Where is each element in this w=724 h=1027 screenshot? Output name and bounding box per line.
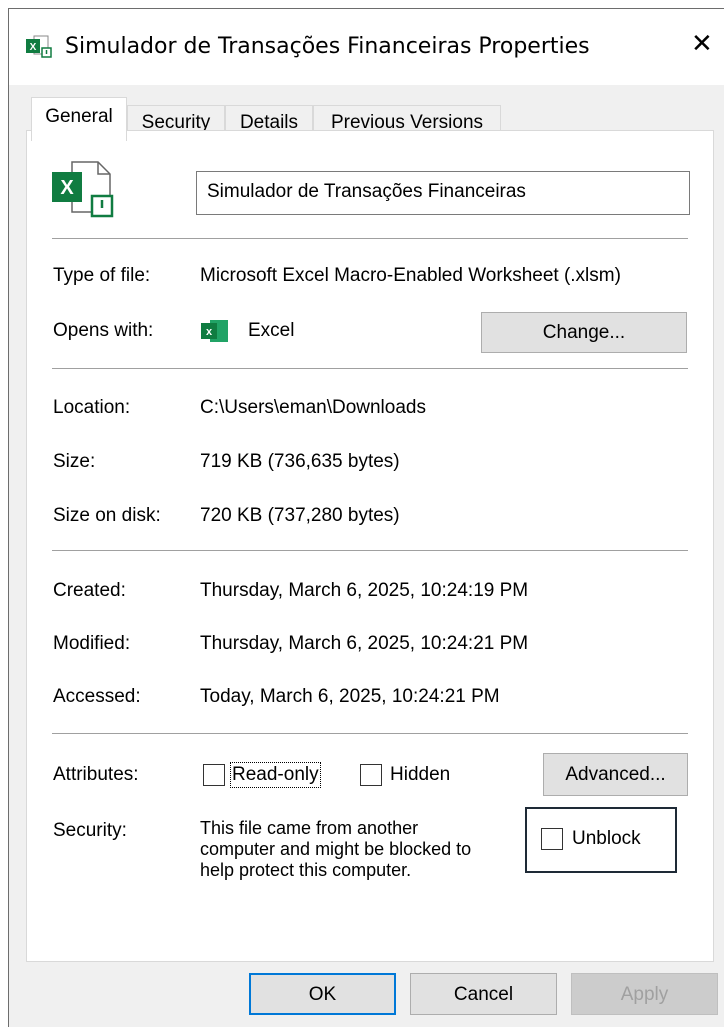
security-message-line: This file came from another: [200, 818, 419, 838]
security-message-line: computer and might be blocked to: [200, 839, 472, 859]
cancel-button[interactable]: Cancel: [410, 973, 557, 1015]
size-on-disk-value: 720 KB (737,280 bytes): [200, 505, 400, 526]
modified-value: Thursday, March 6, 2025, 10:24:21 PM: [200, 633, 529, 654]
read-only-label[interactable]: Read-only: [230, 762, 321, 788]
security-label: Security:: [53, 820, 127, 841]
ok-button[interactable]: OK: [249, 973, 396, 1015]
excel-macro-file-icon: X: [26, 35, 52, 58]
close-icon[interactable]: ✕: [691, 29, 713, 59]
separator: [52, 238, 688, 239]
size-label: Size:: [53, 451, 96, 472]
apply-button-label: Apply: [620, 984, 669, 1005]
change-button-label: Change...: [542, 322, 626, 343]
opens-with-value: Excel: [248, 320, 295, 341]
location-value: C:\Users\eman\Downloads: [200, 397, 426, 418]
security-message: This file came from another computer and…: [200, 818, 471, 881]
cancel-button-label: Cancel: [453, 984, 514, 1005]
separator: [52, 550, 688, 551]
title-bar: X Simulador de Transações Financeiras Pr…: [9, 9, 724, 85]
created-value: Thursday, March 6, 2025, 10:24:19 PM: [200, 580, 529, 601]
excel-icon: x: [201, 320, 228, 342]
separator: [52, 733, 688, 734]
accessed-value: Today, March 6, 2025, 10:24:21 PM: [200, 686, 500, 707]
file-name-field[interactable]: Simulador de Transações Financeiras: [196, 171, 690, 215]
modified-label: Modified:: [53, 633, 131, 654]
unblock-checkbox[interactable]: [541, 828, 563, 850]
size-on-disk-label: Size on disk:: [53, 505, 161, 526]
apply-button[interactable]: Apply: [571, 973, 718, 1015]
attributes-label: Attributes:: [53, 764, 139, 785]
opens-with-label: Opens with:: [53, 320, 154, 341]
advanced-button[interactable]: Advanced...: [543, 753, 688, 796]
security-message-line: help protect this computer.: [200, 860, 412, 880]
ok-button-label: OK: [308, 984, 337, 1005]
svg-text:x: x: [206, 326, 213, 338]
advanced-button-label: Advanced...: [565, 764, 666, 785]
created-label: Created:: [53, 580, 126, 601]
hidden-label[interactable]: Hidden: [390, 764, 450, 786]
read-only-checkbox[interactable]: [203, 764, 225, 786]
accessed-label: Accessed:: [53, 686, 141, 707]
window-title: Simulador de Transações Financeiras Prop…: [65, 34, 590, 59]
location-label: Location:: [53, 397, 131, 418]
svg-text:X: X: [60, 177, 74, 199]
unblock-label[interactable]: Unblock: [572, 828, 641, 850]
svg-text:X: X: [30, 42, 37, 53]
tab-general[interactable]: General: [31, 97, 127, 141]
separator: [52, 368, 688, 369]
type-of-file-label: Type of file:: [53, 265, 151, 286]
excel-macro-file-icon: X: [52, 161, 114, 218]
size-value: 719 KB (736,635 bytes): [200, 451, 400, 472]
change-button[interactable]: Change...: [481, 312, 687, 353]
type-of-file-value: Microsoft Excel Macro-Enabled Worksheet …: [200, 265, 621, 286]
hidden-checkbox[interactable]: [360, 764, 382, 786]
